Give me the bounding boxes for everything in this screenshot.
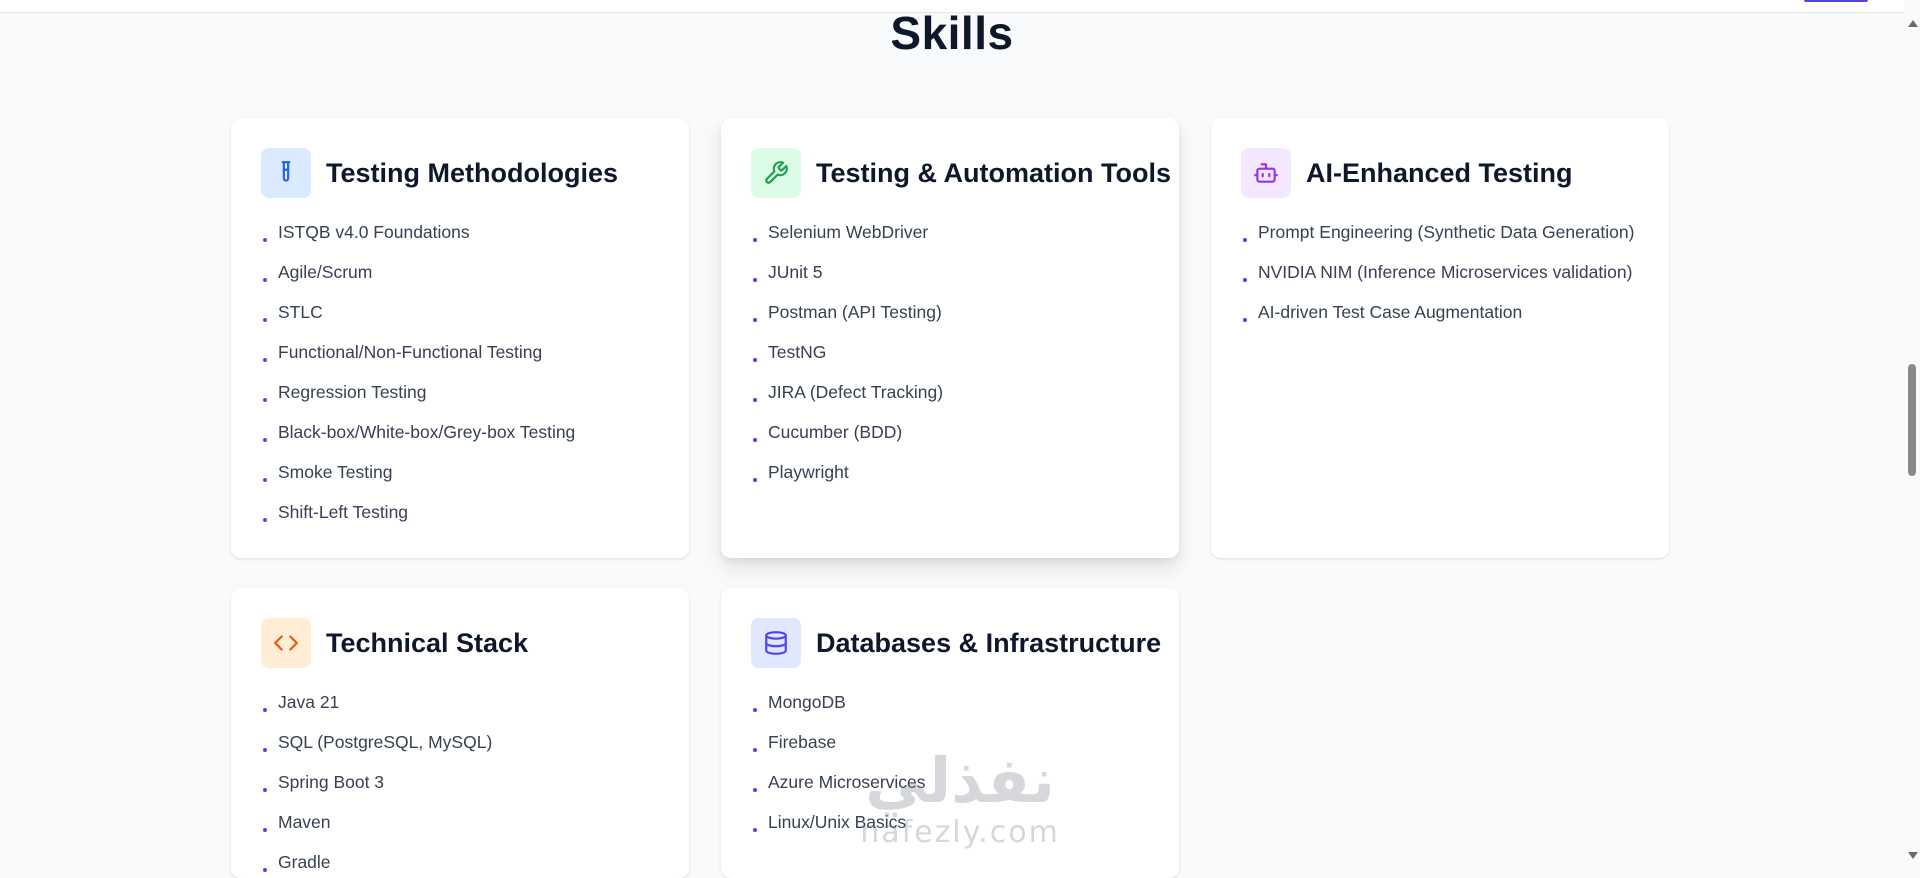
skill-list: Java 21 SQL (PostgreSQL, MySQL) Spring B… [261,682,659,878]
skill-item: Linux/Unix Basics [751,802,1149,842]
scroll-down-arrow-icon[interactable] [1908,852,1918,859]
test-tube-icon [261,148,311,198]
skill-card-databases-infrastructure: Databases & Infrastructure MongoDB Fireb… [721,588,1179,878]
skill-item: Java 21 [261,682,659,722]
skill-item: AI-driven Test Case Augmentation [1241,292,1639,332]
skill-list: Selenium WebDriver JUnit 5 Postman (API … [751,212,1149,492]
section-title: Skills [890,7,1014,59]
skill-item: Smoke Testing [261,452,659,492]
skill-item: Agile/Scrum [261,252,659,292]
skill-item: Postman (API Testing) [751,292,1149,332]
skill-card-testing-methodologies: Testing Methodologies ISTQB v4.0 Foundat… [231,118,689,558]
skill-item: Black-box/White-box/Grey-box Testing [261,412,659,452]
skill-item: MongoDB [751,682,1149,722]
skill-item: Firebase [751,722,1149,762]
skill-item: TestNG [751,332,1149,372]
nav-action-button[interactable] [1804,0,1868,2]
skill-item: Cucumber (BDD) [751,412,1149,452]
card-title: AI-Enhanced Testing [1306,157,1573,188]
skill-card-ai-enhanced-testing: AI-Enhanced Testing Prompt Engineering (… [1211,118,1669,558]
card-title: Testing & Automation Tools [816,157,1171,188]
code-brackets-icon [261,618,311,668]
card-title: Testing Methodologies [326,157,618,188]
skill-item: NVIDIA NIM (Inference Microservices vali… [1241,252,1639,292]
skill-item: Shift-Left Testing [261,492,659,532]
skill-item: Gradle [261,842,659,878]
skill-item: SQL (PostgreSQL, MySQL) [261,722,659,762]
skill-item: Maven [261,802,659,842]
skill-item: JIRA (Defect Tracking) [751,372,1149,412]
skill-item: Selenium WebDriver [751,212,1149,252]
skill-item: STLC [261,292,659,332]
scroll-thumb[interactable] [1908,364,1916,476]
skill-item: Prompt Engineering (Synthetic Data Gener… [1241,212,1639,252]
skill-list: Prompt Engineering (Synthetic Data Gener… [1241,212,1639,332]
skill-item: Spring Boot 3 [261,762,659,802]
database-icon [751,618,801,668]
skill-item: JUnit 5 [751,252,1149,292]
skill-card-testing-automation-tools: Testing & Automation Tools Selenium WebD… [721,118,1179,558]
skill-item: Regression Testing [261,372,659,412]
skill-item: ISTQB v4.0 Foundations [261,212,659,252]
skill-item: Functional/Non-Functional Testing [261,332,659,372]
skill-card-technical-stack: Technical Stack Java 21 SQL (PostgreSQL,… [231,588,689,878]
card-title: Databases & Infrastructure [816,627,1162,658]
scroll-up-arrow-icon[interactable] [1908,20,1918,27]
skill-item: Playwright [751,452,1149,492]
robot-icon [1241,148,1291,198]
vertical-scrollbar[interactable] [1904,12,1920,863]
card-title: Technical Stack [326,627,529,658]
wrench-icon [751,148,801,198]
skill-list: MongoDB Firebase Azure Microservices Lin… [751,682,1149,842]
skill-item: Azure Microservices [751,762,1149,802]
skill-list: ISTQB v4.0 Foundations Agile/Scrum STLC … [261,212,659,532]
